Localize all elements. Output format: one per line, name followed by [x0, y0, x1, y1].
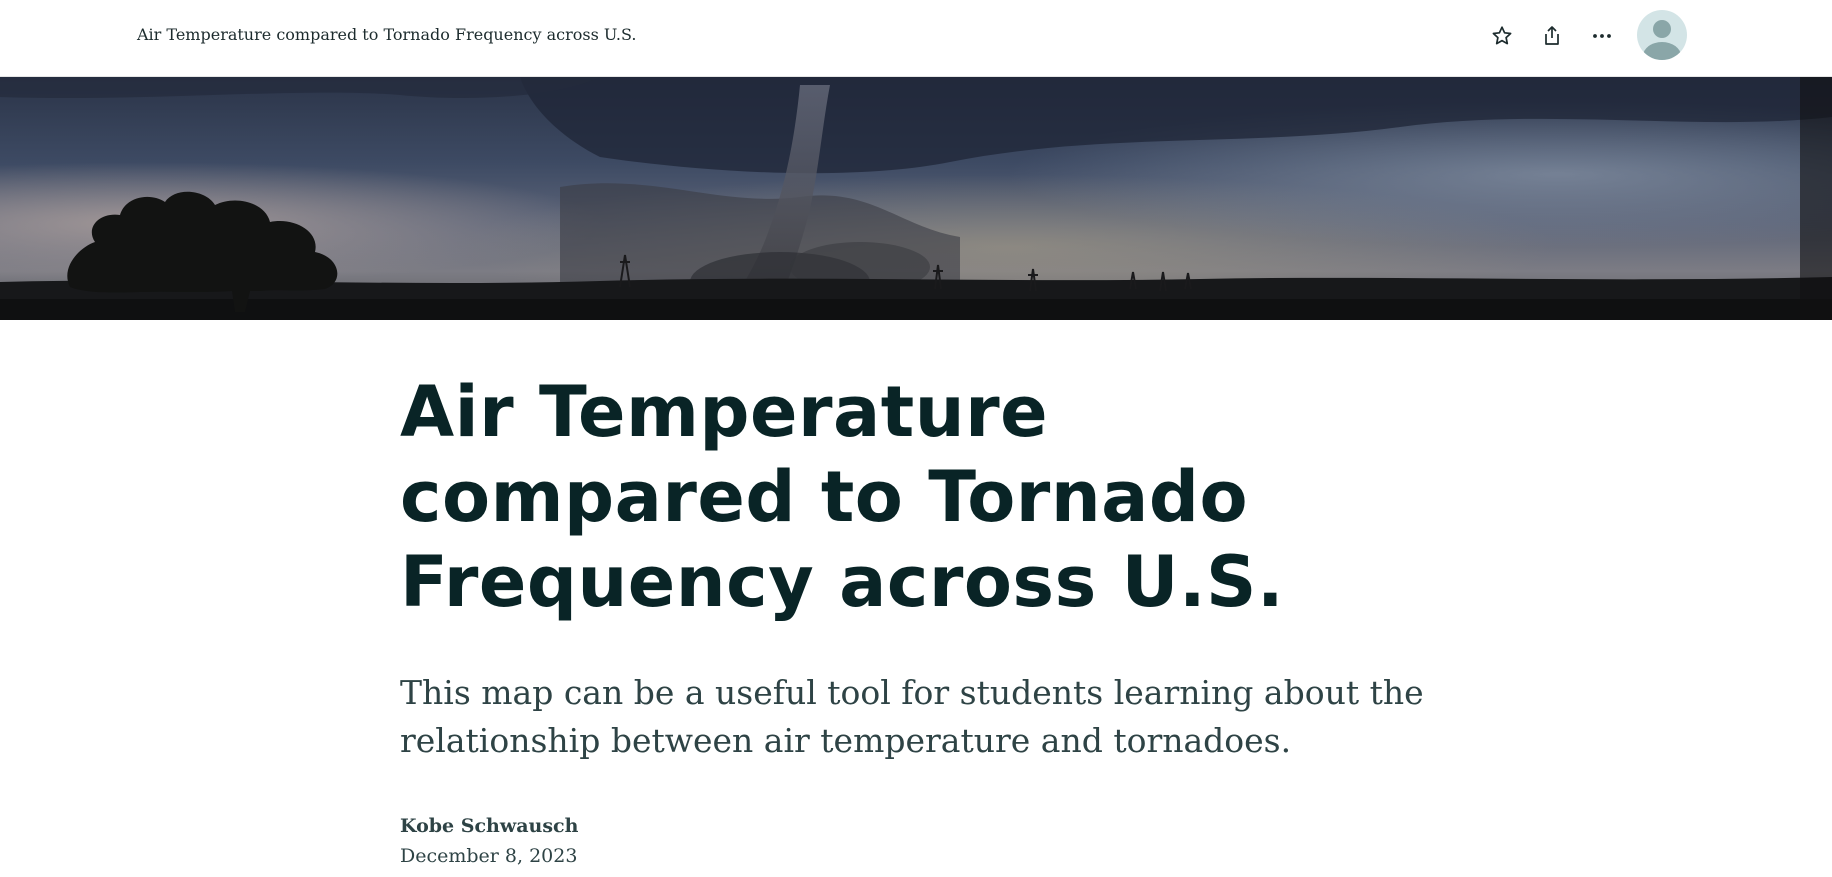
story-header-title: Air Temperature compared to Tornado Freq…	[137, 25, 637, 44]
tornado-landscape-image	[0, 77, 1832, 320]
user-avatar-button[interactable]	[1637, 10, 1687, 60]
top-bar: Air Temperature compared to Tornado Freq…	[0, 0, 1832, 77]
more-options-button[interactable]	[1586, 20, 1618, 52]
publish-date: December 8, 2023	[400, 845, 578, 867]
favorite-button[interactable]	[1486, 20, 1518, 52]
more-icon	[1590, 24, 1614, 48]
share-button[interactable]	[1536, 20, 1568, 52]
author-name: Kobe Schwausch	[400, 815, 579, 837]
star-icon	[1490, 24, 1514, 48]
article-title: Air Temperature compared to Tornado Freq…	[400, 371, 1285, 623]
article-subtitle: This map can be a useful tool for studen…	[400, 673, 1424, 760]
article-header: Air Temperature compared to Tornado Freq…	[400, 370, 1460, 867]
hero-image	[0, 77, 1832, 320]
user-avatar-icon	[1637, 20, 1687, 60]
share-icon	[1540, 24, 1564, 48]
